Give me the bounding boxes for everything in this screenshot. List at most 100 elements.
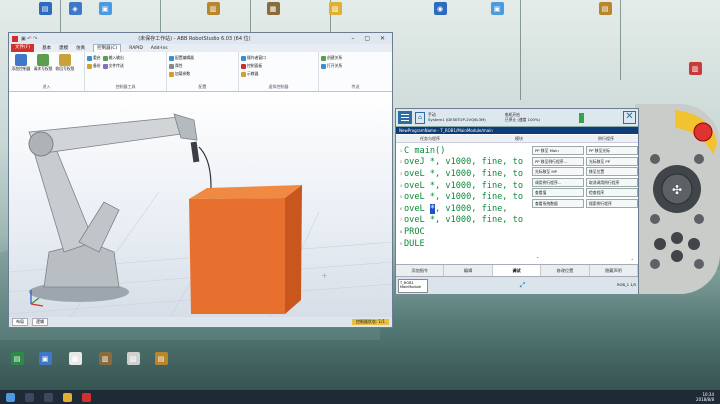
desktop-icon[interactable]: ▥: [680, 62, 710, 76]
code-line[interactable]: 5 oveL *, v1000, fine, to: [396, 191, 531, 203]
debug-menu-item[interactable]: 检查程序: [586, 188, 638, 198]
desktop-icon[interactable]: ▧: [118, 352, 148, 366]
program-path: NewProgramName - T_ROB1/MainModule/main: [396, 127, 638, 134]
editor-tab[interactable]: 隐藏声明: [590, 265, 639, 276]
quickset-icon[interactable]: ⤢: [520, 281, 526, 290]
code-line[interactable]: 8 PROC: [396, 226, 531, 238]
work-object-box[interactable]: [189, 185, 302, 314]
robotstudio-window[interactable]: ▣ ↶ ↷ (未保存工作站) - ABB RobotStudio 6.03 (6…: [8, 32, 393, 328]
desktop-icon[interactable]: ◉: [425, 2, 455, 16]
desktop-icon[interactable]: ▣: [30, 352, 60, 366]
task-view-icon[interactable]: [44, 392, 53, 402]
file-explorer-icon[interactable]: [63, 392, 72, 402]
layout-tab[interactable]: 布局: [12, 318, 28, 326]
window-titlebar[interactable]: ▣ ↶ ↷ (未保存工作站) - ABB RobotStudio 6.03 (6…: [9, 33, 392, 44]
debug-menu-item[interactable]: 移至位置: [586, 167, 638, 177]
editor-tab[interactable]: 添加指令: [396, 265, 445, 276]
modules-tab[interactable]: 模块: [464, 135, 574, 142]
down-arrow-icon[interactable]: ⌄: [631, 256, 634, 261]
joystick-panel[interactable]: ✣: [635, 104, 720, 294]
desktop-icon[interactable]: ▣: [482, 2, 512, 16]
properties-button[interactable]: 属性: [169, 63, 194, 69]
up-arrow-icon[interactable]: ⌃: [536, 256, 539, 261]
debug-menu-item[interactable]: PP 移至例行程序...: [532, 156, 584, 166]
desktop-icon[interactable]: ▤: [146, 352, 176, 366]
3d-viewport[interactable]: +: [9, 92, 392, 317]
debug-menu[interactable]: PP 移至 Main PP 移至光标 PP 移至例行程序... 光标移至 PP 光标移至…: [532, 146, 638, 208]
code-line[interactable]: 1C main(): [396, 145, 531, 157]
routines-tab[interactable]: 例行程序: [574, 135, 638, 142]
desktop-icon[interactable]: ▥: [90, 352, 120, 366]
debug-menu-item[interactable]: 光标移至 MP: [532, 167, 584, 177]
tasks-programs-tab[interactable]: 任务与程序: [396, 135, 464, 142]
debug-menu-item[interactable]: 搜索例行程序: [586, 198, 638, 208]
debug-menu-item[interactable]: 光标移至 PP: [586, 156, 638, 166]
editor-bottom-tabs[interactable]: 添加指令 编辑 调试 修改位置 隐藏声明: [396, 264, 639, 276]
debug-menu-item[interactable]: 查看值: [532, 188, 584, 198]
desktop-icon[interactable]: ▧: [320, 2, 350, 16]
system-clock: 10:34 2018/8/8: [696, 392, 714, 402]
ribbon-tab[interactable]: 仿真: [76, 45, 85, 51]
ribbon-tab[interactable]: Add-Ins: [151, 46, 168, 51]
desktop-icon[interactable]: ▥: [198, 2, 228, 16]
start-icon[interactable]: [6, 392, 15, 402]
create-relation-button[interactable]: 创建关系: [321, 55, 342, 61]
desktop-icon[interactable]: ▤: [30, 2, 60, 16]
config-editor-button[interactable]: 配置编辑器: [169, 55, 194, 61]
debug-menu-item[interactable]: PP 移至 Main: [532, 146, 584, 155]
code-line[interactable]: 2 oveJ *, v1000, fine, to: [396, 157, 531, 169]
code-line[interactable]: 9 DULE: [396, 238, 531, 250]
backup-button[interactable]: 备份: [87, 63, 101, 69]
open-relation-button[interactable]: 打开关系: [321, 63, 342, 69]
ribbon-tab[interactable]: 文件(F): [11, 44, 35, 52]
desktop-icon[interactable]: ▤: [590, 2, 620, 16]
code-line[interactable]: 4 oveL *, v1000, fine, to: [396, 180, 531, 192]
task-window-button[interactable]: T_ROB1 MainModule: [398, 278, 428, 293]
ribbon-tab[interactable]: RAPID: [129, 46, 143, 51]
flexpendant[interactable]: ✣ ⌂ 手动 System1 (DESKTOP-2VQ6L3M) 电机开启 已停…: [393, 104, 720, 294]
operator-window-button[interactable]: 操作者窗口: [241, 55, 266, 61]
restart-button[interactable]: 重启: [87, 55, 101, 61]
code-editor[interactable]: 1C main() 2 oveJ *, v1000, fine, to 3 oveL *…: [396, 145, 531, 265]
desktop-icon[interactable]: ◈: [60, 2, 90, 16]
flexpendant-screen[interactable]: ⌂ 手动 System1 (DESKTOP-2VQ6L3M) 电机开启 已停止 …: [395, 108, 639, 294]
flexpendant-button[interactable]: 示教器: [241, 71, 266, 77]
robot-arm[interactable]: [28, 113, 212, 302]
close-icon[interactable]: ✕: [623, 111, 636, 124]
logic-tab[interactable]: 逻辑: [32, 318, 48, 326]
robot-scene[interactable]: +: [9, 92, 392, 317]
code-line[interactable]: 6 oveL *, v1000, fine,: [396, 203, 531, 215]
ribbon-tabs[interactable]: 文件(F) 基本 建模 仿真 控制器(C) RAPID Add-Ins: [9, 44, 392, 52]
desktop-icon[interactable]: ▣: [90, 2, 120, 16]
code-line[interactable]: 3 oveL *, v1000, fine, to: [396, 168, 531, 180]
desktop-icon[interactable]: ▦: [60, 352, 90, 366]
quick-access-icons[interactable]: ▣ ↶ ↷: [21, 36, 37, 42]
robotstudio-taskbar-icon[interactable]: [82, 392, 91, 402]
code-line[interactable]: 7 oveL *, v1000, fine, to: [396, 215, 531, 227]
file-icon: ▤: [598, 2, 612, 15]
debug-menu-item[interactable]: 查看系统数据: [532, 198, 584, 208]
window-controls[interactable]: – ▢ ✕: [351, 35, 389, 42]
file-transfer-button[interactable]: 文件传送: [102, 63, 124, 69]
editor-tab[interactable]: 修改位置: [541, 265, 590, 276]
ribbon-tab[interactable]: 控制器(C): [93, 44, 122, 52]
svg-text:✣: ✣: [672, 183, 682, 197]
search-icon[interactable]: [25, 392, 34, 402]
main-menu-button[interactable]: [398, 111, 412, 124]
debug-menu-item[interactable]: PP 移至光标: [586, 146, 638, 155]
file-icon: ▥: [206, 2, 220, 15]
editor-tab[interactable]: 调试: [492, 265, 542, 276]
ribbon-tab[interactable]: 建模: [59, 45, 68, 51]
ribbon-tab[interactable]: 基本: [42, 45, 51, 51]
load-params-button[interactable]: 加载参数: [169, 71, 194, 77]
desktop-icon[interactable]: ▦: [258, 2, 288, 16]
debug-menu-item[interactable]: 取消调用例行程序: [586, 177, 638, 187]
controller-status: 控制器状态: 1/1: [351, 319, 389, 325]
ribbon-group-tools: 重启 备份 输入输出 文件传送 控制器工具: [85, 52, 167, 91]
control-panel-button[interactable]: 控制面板: [241, 63, 266, 69]
desktop-icon[interactable]: ▤: [2, 352, 32, 366]
editor-tab[interactable]: 编辑: [444, 265, 493, 276]
io-button[interactable]: 输入输出: [102, 55, 124, 61]
debug-menu-item[interactable]: 调用例行程序...: [532, 177, 584, 187]
file-icon: ◉: [433, 2, 447, 15]
